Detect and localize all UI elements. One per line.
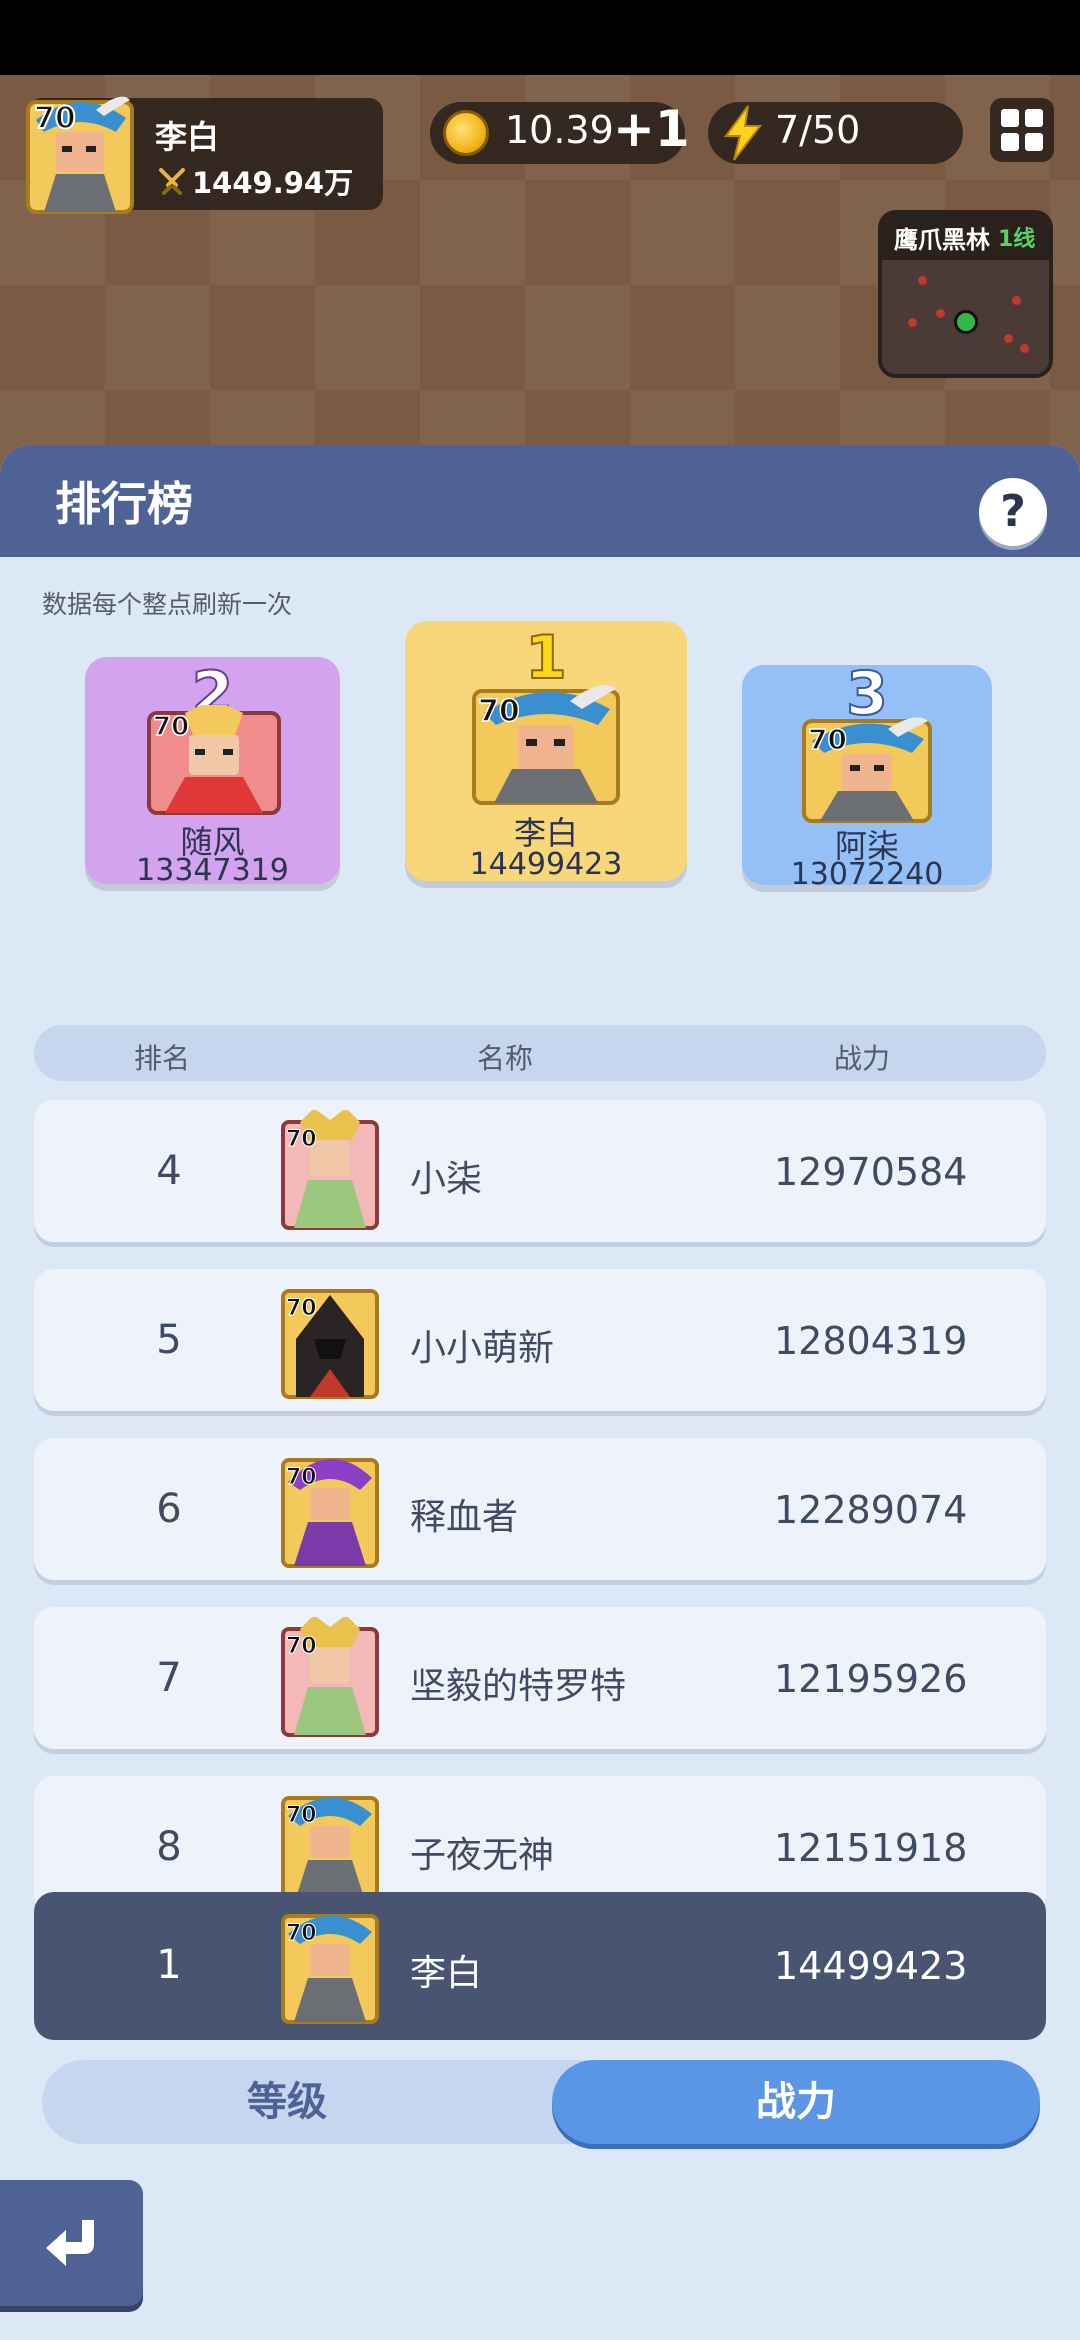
svg-text:70: 70 xyxy=(286,1127,317,1152)
row-name: 释血者 xyxy=(410,1497,519,1538)
enemy-dot xyxy=(918,276,927,285)
podium-score: 14499423 xyxy=(469,847,623,882)
minimap-area-name: 鹰爪黑林 xyxy=(894,225,990,254)
energy-amount: 7/50 xyxy=(775,108,861,152)
coin-icon xyxy=(443,110,489,156)
podium-score: 13072240 xyxy=(790,857,944,892)
back-button[interactable] xyxy=(0,2180,143,2306)
table-row[interactable]: 4 70 小柒 12970584 xyxy=(34,1100,1046,1242)
minimap-line-label: 1线 xyxy=(998,227,1036,252)
table-row[interactable]: 5 70 小小萌新 12804319 xyxy=(34,1269,1046,1411)
self-rank: 1 xyxy=(156,1942,182,1988)
player-position-dot xyxy=(954,310,978,334)
podium-rank-1[interactable]: 1 70 李白 14499423 xyxy=(405,621,687,882)
row-name: 子夜无神 xyxy=(410,1835,555,1876)
podium-rank-2[interactable]: 2 70 随风 13347319 xyxy=(85,657,340,888)
enemy-dot xyxy=(908,318,917,327)
podium-avatar: 70 xyxy=(802,717,932,823)
row-avatar: 70 xyxy=(281,1458,379,1568)
row-rank: 7 xyxy=(156,1655,182,1701)
list-header: 排名 名称 战力 xyxy=(34,1025,1046,1081)
column-rank: 排名 xyxy=(134,1042,191,1075)
row-rank: 4 xyxy=(156,1148,182,1194)
svg-text:70: 70 xyxy=(286,1296,317,1321)
row-avatar: 70 xyxy=(281,1289,379,1399)
row-rank: 8 xyxy=(156,1824,182,1870)
row-rank: 5 xyxy=(156,1317,182,1363)
table-row[interactable]: 6 70 释血者 12289074 xyxy=(34,1438,1046,1580)
svg-text:70: 70 xyxy=(34,101,76,136)
svg-text:70: 70 xyxy=(153,712,189,742)
row-name: 小小萌新 xyxy=(410,1328,555,1369)
svg-text:70: 70 xyxy=(286,1921,317,1946)
refresh-note: 数据每个整点刷新一次 xyxy=(42,590,293,619)
help-button[interactable]: ? xyxy=(979,478,1047,546)
player-power: 1449.94万 xyxy=(158,160,353,202)
player-name: 李白 xyxy=(155,118,220,156)
leaderboard-panel: 排行榜 ? 数据每个整点刷新一次 2 70 随风 13347319 1 70 李… xyxy=(0,445,1080,2340)
svg-text:70: 70 xyxy=(286,1634,317,1659)
coin-add-button[interactable]: +1 xyxy=(613,100,690,158)
grid-menu-icon[interactable] xyxy=(990,98,1054,162)
podium-score: 13347319 xyxy=(136,853,289,888)
podium-rank-3[interactable]: 3 70 阿柒 13072240 xyxy=(742,658,992,892)
back-arrow-icon xyxy=(46,2220,94,2266)
enemy-dot xyxy=(1012,296,1021,305)
tab-level[interactable]: 等级 xyxy=(42,2060,532,2144)
row-power: 12289074 xyxy=(774,1488,968,1532)
column-power: 战力 xyxy=(834,1042,891,1075)
row-avatar: 70 xyxy=(281,1110,379,1230)
row-power: 12151918 xyxy=(774,1826,968,1870)
panel-header: 排行榜 ? xyxy=(0,445,1080,557)
row-avatar: 70 xyxy=(281,1617,379,1737)
svg-text:70: 70 xyxy=(286,1803,317,1828)
podium-avatar: 70 xyxy=(472,685,620,805)
player-power-value: 1449.94万 xyxy=(192,166,354,200)
enemy-dot xyxy=(936,309,945,318)
podium-avatar: 70 xyxy=(147,705,281,815)
minimap-header: 鹰爪黑林 1线 xyxy=(882,214,1049,260)
enemy-dot xyxy=(1004,334,1013,343)
svg-text:70: 70 xyxy=(478,694,520,729)
row-rank: 6 xyxy=(156,1486,182,1532)
lightning-bolt-icon xyxy=(724,105,763,161)
enemy-dot xyxy=(1020,344,1029,353)
row-avatar: 70 xyxy=(281,1796,379,1906)
coin-amount: 10.39 xyxy=(505,108,614,152)
column-name: 名称 xyxy=(477,1042,534,1075)
svg-text:70: 70 xyxy=(808,723,847,756)
crossed-swords-icon xyxy=(159,168,185,195)
self-name: 李白 xyxy=(410,1953,483,1994)
ranking-tabs: 等级 战力 xyxy=(42,2060,1040,2144)
row-name: 坚毅的特罗特 xyxy=(410,1666,627,1707)
tab-power[interactable]: 战力 xyxy=(552,2060,1040,2144)
row-power: 12804319 xyxy=(774,1319,968,1363)
table-row[interactable]: 7 70 坚毅的特罗特 12195926 xyxy=(34,1607,1046,1749)
svg-text:70: 70 xyxy=(286,1465,317,1490)
player-avatar[interactable]: 70 xyxy=(26,90,134,215)
minimap[interactable]: 鹰爪黑林 1线 xyxy=(878,210,1053,378)
self-rank-row[interactable]: 1 70 李白 14499423 xyxy=(34,1892,1046,2040)
self-power: 14499423 xyxy=(774,1944,968,1988)
row-power: 12970584 xyxy=(774,1150,968,1194)
panel-title: 排行榜 xyxy=(55,477,193,531)
self-avatar: 70 xyxy=(281,1914,379,2024)
row-name: 小柒 xyxy=(410,1159,483,1200)
row-power: 12195926 xyxy=(774,1657,968,1701)
